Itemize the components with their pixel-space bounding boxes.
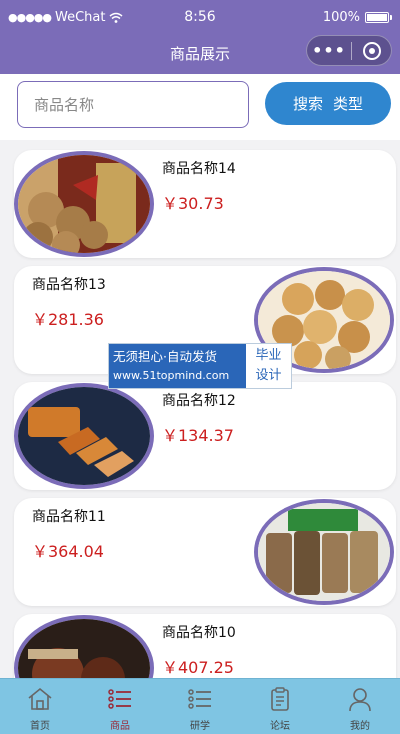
walnuts-photo xyxy=(14,151,154,257)
product-price: ￥364.04 xyxy=(32,542,104,561)
battery-icon xyxy=(365,12,389,23)
dried-fruit-photo xyxy=(14,615,154,678)
target-icon xyxy=(362,41,381,60)
watermark-right-line2: 设计 xyxy=(255,368,282,383)
watermark-slogan: 无须担心·自动发货 xyxy=(113,349,217,364)
watermark-url: www.51topmind.com xyxy=(113,369,230,382)
tab-study[interactable]: 研学 xyxy=(160,679,240,734)
watermark-left: 无须担心·自动发货 www.51topmind.com xyxy=(109,344,246,388)
tab-profile[interactable]: 我的 xyxy=(320,679,400,734)
product-card[interactable]: 商品名称10 ￥407.25 xyxy=(14,614,396,678)
product-name: 商品名称13 xyxy=(32,277,106,293)
product-card[interactable]: 商品名称12 ￥134.37 xyxy=(14,382,396,490)
search-type-button[interactable]: 搜索 类型 xyxy=(265,82,391,125)
product-list: 商品名称14 ￥30.73 商品名称13 ￥281.36 商品名称12 ￥134… xyxy=(0,140,400,678)
tab-label: 商品 xyxy=(110,721,130,732)
product-price: ￥30.73 xyxy=(162,194,224,213)
product-name: 商品名称11 xyxy=(32,509,106,525)
tab-label: 研学 xyxy=(190,721,210,732)
home-icon xyxy=(28,687,52,710)
list-icon xyxy=(188,689,211,709)
user-icon xyxy=(349,688,371,712)
status-bar: ●●●●● WeChat 8:56 100% xyxy=(0,0,400,34)
product-price: ￥281.36 xyxy=(32,310,104,329)
watermark-banner: 无须担心·自动发货 www.51topmind.com 毕业 设计 xyxy=(108,343,292,389)
more-icon[interactable]: ••• xyxy=(307,37,351,65)
search-label: 搜索 xyxy=(292,95,323,113)
search-bar: 搜索 类型 xyxy=(0,74,400,140)
list-icon xyxy=(108,689,131,709)
battery-group: 100% xyxy=(323,10,392,25)
sliced-cake-photo xyxy=(14,383,154,489)
nav-bar: 商品展示 ••• xyxy=(0,34,400,74)
type-label: 类型 xyxy=(333,95,364,113)
battery-percent: 100% xyxy=(322,10,360,25)
clipboard-icon xyxy=(271,687,289,711)
product-card[interactable]: 商品名称11 ￥364.04 xyxy=(14,498,396,606)
watermark-right: 毕业 设计 xyxy=(246,344,291,388)
product-card[interactable]: 商品名称14 ￥30.73 xyxy=(14,150,396,258)
packaged-snacks-photo xyxy=(254,499,394,605)
tab-products[interactable]: 商品 xyxy=(80,679,160,734)
close-miniprogram-button[interactable] xyxy=(352,41,391,60)
product-price: ￥134.37 xyxy=(162,426,234,445)
tab-label: 论坛 xyxy=(270,721,290,732)
search-input[interactable] xyxy=(17,81,249,128)
battery-tip xyxy=(390,15,392,20)
tab-label: 我的 xyxy=(350,721,370,732)
watermark-right-line1: 毕业 xyxy=(255,348,282,363)
tab-home[interactable]: 首页 xyxy=(0,679,80,734)
miniprogram-capsule: ••• xyxy=(306,35,392,66)
product-price: ￥407.25 xyxy=(162,658,234,677)
product-name: 商品名称10 xyxy=(162,625,236,641)
tab-bar: 首页 商品 研学 论坛 我的 xyxy=(0,678,400,734)
tab-label: 首页 xyxy=(30,721,50,732)
product-name: 商品名称12 xyxy=(162,393,236,409)
tab-forum[interactable]: 论坛 xyxy=(240,679,320,734)
product-name: 商品名称14 xyxy=(162,161,236,177)
